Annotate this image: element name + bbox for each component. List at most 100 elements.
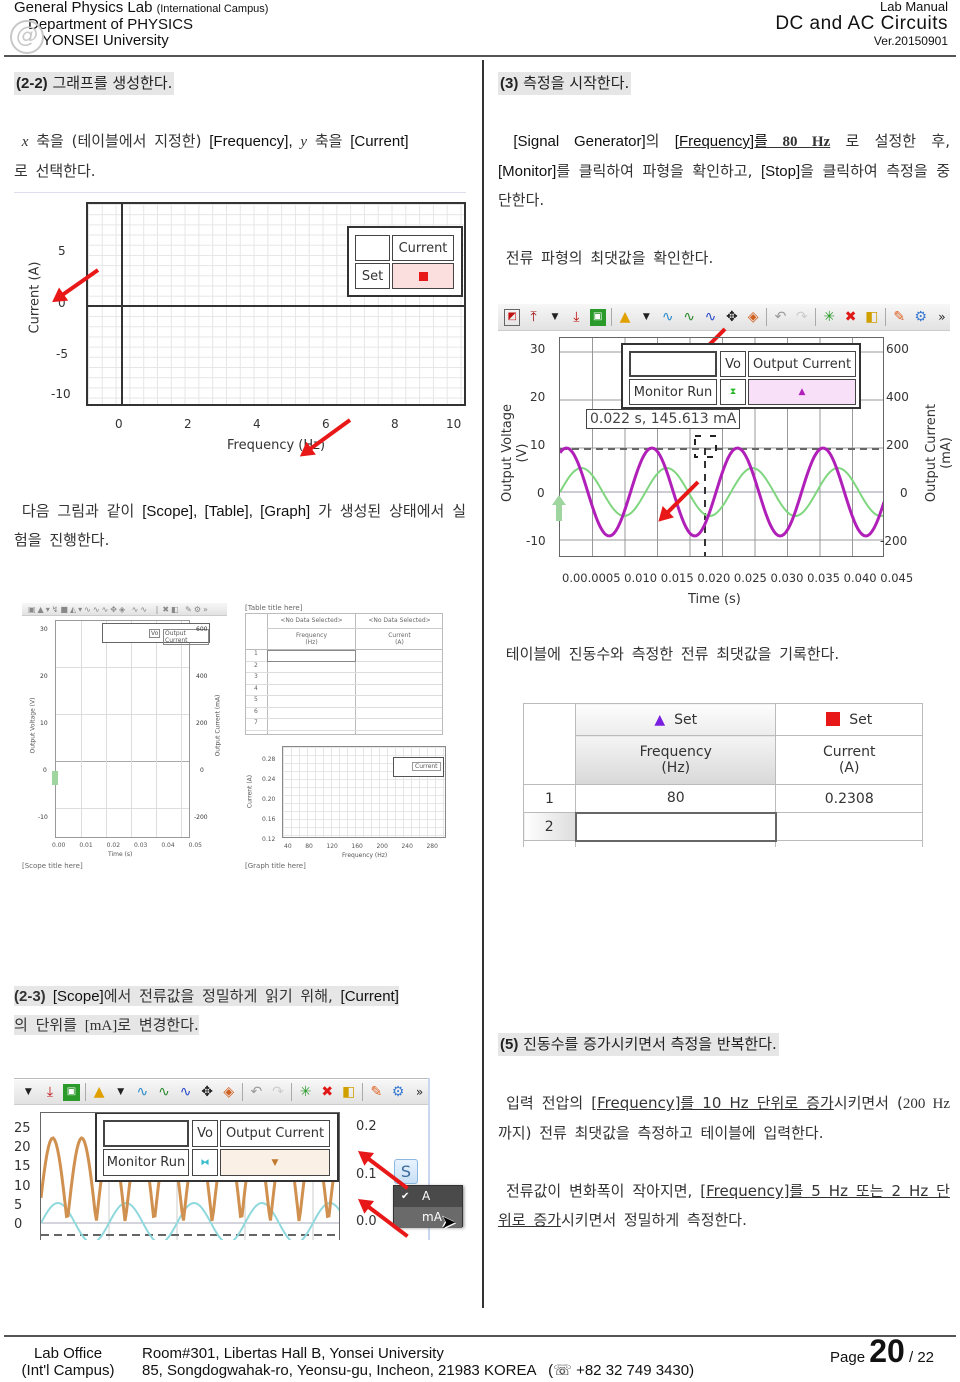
mini-scope-ylabel-right: Output Current (mA)	[214, 694, 222, 757]
dropdown-arrow-icon[interactable]: ▼	[547, 309, 563, 326]
pin-icon[interactable]: ✎	[368, 1084, 385, 1101]
voltage-marker-icon[interactable]: ⧓	[192, 1149, 218, 1176]
crosshair-icon[interactable]: ✥	[199, 1084, 216, 1101]
graph-top-border	[14, 192, 466, 193]
column-header-current[interactable]: Current (A)	[775, 735, 923, 785]
x-axis-line	[88, 305, 464, 307]
more-tools-icon[interactable]: »	[411, 1084, 428, 1101]
trigger-arrow-icon[interactable]	[552, 495, 566, 521]
mini-graph-legend: Current	[393, 757, 444, 777]
table-row: 2	[523, 811, 923, 842]
x-tick: 4	[253, 417, 261, 431]
mini-graph-plot: Current	[282, 746, 446, 838]
trigger-icon[interactable]: ⤒	[525, 309, 541, 326]
mini-scope-xticks: 0.00 0.01 0.02 0.03 0.04 0.05	[52, 842, 202, 849]
x-tick: 0	[115, 417, 123, 431]
header-department: Department of PHYSICS	[28, 16, 194, 33]
scope2-plot: Vo Output Current Monitor Run ⧓ ▼	[40, 1112, 340, 1240]
delete-icon[interactable]: ✖	[319, 1084, 336, 1101]
color-triangle-icon[interactable]: ▲	[91, 1084, 108, 1101]
legend-current-header: Current	[392, 235, 454, 261]
header-manual: Lab Manual	[880, 0, 948, 14]
annotate-icon[interactable]: ◈	[745, 309, 761, 326]
repeat-instruction: 입력 전압의 [Frequency]를 10 Hz 단위로 증가시키면서 (20…	[498, 1094, 950, 1142]
unit-menu-item-a[interactable]: ✔ A	[394, 1186, 462, 1207]
more-tools-icon[interactable]: »	[934, 309, 950, 326]
x-tick: 10	[446, 417, 462, 431]
trigger-arrow-icon[interactable]	[52, 771, 58, 785]
copy-icon[interactable]: ◧	[864, 309, 880, 326]
curve-fit-icon[interactable]: ∿	[156, 1084, 173, 1101]
curve-select-icon[interactable]: ∿	[702, 309, 718, 326]
toolbar-icons[interactable]: ▣▲▾↯■◭▾∿∿∿✥◈ ∿∿ ❘✖◧ ✎⚙»	[28, 605, 210, 614]
setup-instruction: 다음 그림과 같이 [Scope], [Table], [Graph] 가 생성…	[14, 502, 466, 549]
trigger-level-icon[interactable]: ⤓	[568, 309, 584, 326]
mouse-cursor-icon: ➤	[441, 1212, 457, 1233]
scope2-legend: Vo Output Current Monitor Run ⧓ ▼	[95, 1113, 339, 1182]
curve-select-icon[interactable]: ∿	[177, 1084, 194, 1101]
x-tick: 2	[184, 417, 192, 431]
graph-title-caption[interactable]: [Graph title here]	[245, 862, 306, 870]
scope-legend: Vo Output Current Monitor Run ⧗ ▲	[621, 343, 861, 409]
cell-current[interactable]	[775, 812, 923, 841]
settings-gear-icon[interactable]: ⚙	[912, 309, 928, 326]
annotate-icon[interactable]: ◈	[220, 1084, 237, 1101]
mini-scope-xlabel: Time (s)	[108, 851, 133, 858]
cell-frequency-active[interactable]	[574, 811, 777, 842]
mini-scope-toolbar: ▣▲▾↯■◭▾∿∿∿✥◈ ∿∿ ❘✖◧ ✎⚙»	[22, 603, 227, 616]
cell-frequency[interactable]: 80	[574, 784, 777, 813]
dropdown-arrow-icon[interactable]: ▼	[112, 1084, 129, 1101]
y-tick: -10	[51, 387, 71, 401]
x-tick: 6	[322, 417, 330, 431]
voltage-marker-icon[interactable]: ⧗	[720, 379, 746, 405]
section-3-heading: (3) 측정을 시작한다.	[498, 72, 632, 95]
pin-icon[interactable]: ✎	[891, 309, 907, 326]
square-marker-icon	[826, 711, 841, 726]
copy-icon[interactable]: ◧	[340, 1084, 357, 1101]
redo-icon[interactable]: ↷	[794, 309, 810, 326]
trigger-icon[interactable]: ⤓	[42, 1084, 59, 1101]
column-header-frequency[interactable]: Frequency (Hz)	[574, 735, 777, 785]
autoscale-icon[interactable]: ▣	[589, 308, 606, 326]
scope-xlabel: Time (s)	[688, 592, 741, 607]
scope-title-caption[interactable]: [Scope title here]	[22, 862, 83, 870]
legend-set-marker[interactable]	[392, 263, 454, 289]
add-curve-icon[interactable]: ∿	[134, 1084, 151, 1101]
y-tick: 5	[58, 244, 66, 258]
chart-icon[interactable]: ◩	[504, 308, 521, 326]
settings-gear-icon[interactable]: ⚙	[390, 1084, 407, 1101]
dropdown-arrow-icon[interactable]: ▼	[638, 309, 654, 326]
add-curve-icon[interactable]: ∿	[660, 309, 676, 326]
table-title-caption[interactable]: [Table title here]	[245, 604, 302, 612]
undo-icon[interactable]: ↶	[248, 1084, 265, 1101]
scope-xticks: 0.00.0005 0.010 0.015 0.020 0.025 0.030 …	[562, 571, 914, 585]
section-5-heading: (5) 진동수를 증가시키면서 측정을 반복한다.	[498, 1033, 779, 1056]
y-axis-label[interactable]: Current (A)	[28, 253, 43, 343]
header-lab-name: General Physics Lab	[14, 0, 153, 16]
color-triangle-icon[interactable]: ▲	[617, 309, 633, 326]
cell-current[interactable]: 0.2308	[775, 784, 923, 813]
header-rule	[4, 55, 956, 57]
fine-step-instruction: 전류값이 변화폭이 작아지면, [Frequency]를 5 Hz 또는 2 H…	[498, 1182, 950, 1229]
mini-graph-xlabel: Frequency (Hz)	[342, 852, 388, 859]
section-2-2-heading: (2-2) 그래프를 생성한다.	[14, 72, 175, 95]
curve-fit-icon[interactable]: ∿	[681, 309, 697, 326]
crosshair-icon[interactable]: ✥	[724, 309, 740, 326]
mini-graph-xticks: 40 80 120 160 200 240 280	[284, 843, 438, 850]
scope2-yticks-left: 25 20 15 10 5 0	[14, 1121, 31, 1233]
current-marker-icon[interactable]: ▲	[748, 379, 856, 405]
mini-graph-ylabel: Current (A)	[246, 774, 254, 809]
mini-table-selected-cell[interactable]	[267, 650, 356, 662]
autoscale-icon[interactable]: ▣	[63, 1083, 80, 1101]
add-point-icon[interactable]: ✳	[821, 309, 837, 326]
redo-icon[interactable]: ↷	[270, 1084, 287, 1101]
logo-icon: @	[10, 20, 44, 54]
axis-instruction: x 축을 (테이블에서 지정한) [Frequency], y 축을 [Curr…	[14, 132, 409, 180]
undo-icon[interactable]: ↶	[772, 309, 788, 326]
set-header-current[interactable]: Set	[775, 703, 923, 736]
dropdown-arrow-icon[interactable]: ▼	[20, 1084, 37, 1101]
set-header-frequency[interactable]: ▲ Set	[574, 703, 777, 736]
add-point-icon[interactable]: ✳	[297, 1084, 314, 1101]
current-marker-icon[interactable]: ▼	[220, 1149, 330, 1176]
delete-icon[interactable]: ✖	[842, 309, 858, 326]
